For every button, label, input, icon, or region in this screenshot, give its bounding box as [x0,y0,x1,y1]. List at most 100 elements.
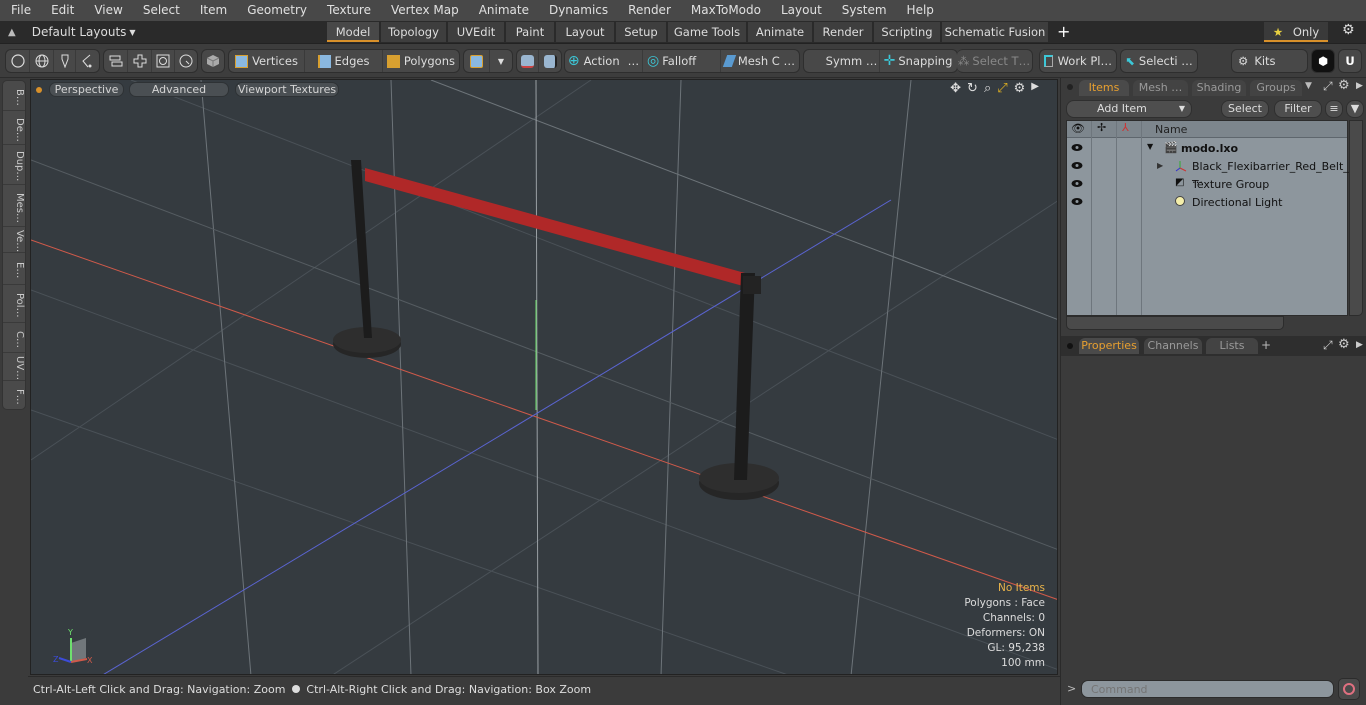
tab-render[interactable]: Render [814,22,872,42]
menu-item[interactable]: Item [190,0,237,21]
tab-layout[interactable]: Layout [556,22,614,42]
menu-select[interactable]: Select [133,0,190,21]
kits-button[interactable]: ⚙ Kits [1231,49,1308,73]
viewport-gear-icon[interactable]: ⚙ [1014,81,1026,96]
left-tab-vertex[interactable]: Ve… [3,227,25,253]
menu-geometry[interactable]: Geometry [237,0,317,21]
globe-icon[interactable] [30,50,54,72]
tab-uvedit[interactable]: UVEdit [448,22,504,42]
left-tab-deform[interactable]: De… [3,111,25,145]
lock-column-icon[interactable]: ✢ [1097,121,1106,134]
3d-viewport[interactable]: Y X Z Perspective Advanced Viewport Text… [30,79,1058,675]
tab-channels[interactable]: Channels [1144,338,1202,354]
tree-row-texture-group[interactable]: ◩ Texture Group [1067,176,1347,194]
menu-file[interactable]: File [0,0,41,21]
menu-system[interactable]: System [832,0,897,21]
texture-icon[interactable] [152,50,175,72]
menu-dynamics[interactable]: Dynamics [539,0,618,21]
selection-sets-button[interactable]: ⬉ Selecti … [1120,49,1198,73]
symmetry-button[interactable]: Symm … [804,50,880,72]
add-item-dropdown[interactable]: Add Item ▼ [1066,100,1192,118]
tab-topology[interactable]: Topology [381,22,446,42]
world-axis-icon[interactable] [517,50,539,72]
panel-menu-arrow-icon[interactable]: ▶ [1356,81,1363,91]
menu-help[interactable]: Help [897,0,944,21]
tab-scripting[interactable]: Scripting [874,22,940,42]
menu-maxtomodo[interactable]: MaxToModo [681,0,771,21]
properties-gear-icon[interactable]: ⚙ [1338,337,1350,352]
local-axis-icon[interactable] [539,50,561,72]
left-tab-curve[interactable]: C… [3,323,25,353]
tab-animate[interactable]: Animate [748,22,812,42]
left-tab-uv[interactable]: UV… [3,353,25,381]
lasso-icon[interactable] [76,50,98,72]
left-tab-duplicate[interactable]: Dup… [3,145,25,185]
funnel-filter-icon[interactable]: ▼ [1346,100,1364,118]
action-button[interactable]: ⊕ Action… [565,50,643,72]
left-tab-basic[interactable]: B… [3,81,25,111]
tab-items[interactable]: Items [1079,80,1129,96]
expand-arrow-icon[interactable]: ▼ [1147,142,1153,151]
tree-row-directional-light[interactable]: Directional Light [1067,194,1347,212]
snapping-button[interactable]: ✛ Snapping [880,50,956,72]
tree-vertical-scrollbar[interactable] [1349,120,1363,316]
select-button[interactable]: Select [1221,100,1269,118]
vertices-button[interactable]: Vertices [229,50,305,72]
tree-row-scene[interactable]: ▼ 🎬 modo.lxo [1067,140,1347,158]
advanced-shading-button[interactable]: Advanced [129,82,229,97]
tab-mesh[interactable]: Mesh … [1133,80,1188,96]
maximize-view-icon[interactable]: ⤢ [997,81,1007,96]
add-tab-button[interactable]: + [1261,338,1271,352]
properties-maximize-icon[interactable]: ⤢ [1323,338,1333,353]
viewport-textures-button[interactable]: Viewport Textures [235,82,339,97]
visibility-eye-icon[interactable] [1071,197,1083,206]
command-input[interactable] [1081,680,1334,698]
collapse-arrow-icon[interactable]: ▶ [1157,161,1163,170]
add-tab-plus-icon[interactable]: + [1057,21,1070,42]
work-plane-button[interactable]: Work Pl… [1039,49,1117,73]
item-mode-button[interactable] [201,49,225,73]
left-tab-polygon[interactable]: Pol… [3,285,25,323]
material-dropdown-icon[interactable]: ▼ [490,50,512,72]
left-tab-edge[interactable]: E… [3,253,25,285]
list-options-icon[interactable]: ≡ [1325,100,1343,118]
clock-icon[interactable] [175,50,197,72]
tabs-overflow-chevron-icon[interactable]: ▼ [1305,81,1312,91]
only-button[interactable]: ★ Only [1264,22,1328,42]
gear-icon[interactable]: ⚙ [1342,22,1355,38]
tab-properties[interactable]: Properties [1079,338,1139,354]
name-column-header[interactable]: Name [1155,123,1187,136]
visibility-column-eye-icon[interactable]: 👁 [1071,122,1085,135]
filter-button[interactable]: Filter [1274,100,1322,118]
panel-gear-icon[interactable]: ⚙ [1338,78,1350,93]
falloff-button[interactable]: ◎ Falloff [643,50,721,72]
tab-model[interactable]: Model [327,22,379,42]
move-view-icon[interactable]: ✥ [950,81,961,96]
perspective-button[interactable]: Perspective [49,82,124,97]
tree-horizontal-scrollbar[interactable] [1066,316,1284,330]
menu-view[interactable]: View [84,0,132,21]
left-tab-fusion[interactable]: F… [3,381,25,409]
tab-lists[interactable]: Lists [1206,338,1258,354]
rotate-view-icon[interactable]: ↻ [967,81,978,96]
uv-cross-icon[interactable] [128,50,152,72]
record-macro-button[interactable] [1338,678,1360,700]
layouts-dropdown[interactable]: ▲ Default Layouts ▼ [8,21,136,43]
tab-paint[interactable]: Paint [506,22,554,42]
pen-icon[interactable] [54,50,76,72]
visibility-eye-icon[interactable] [1071,161,1083,170]
menu-texture[interactable]: Texture [317,0,381,21]
zoom-view-icon[interactable]: ⌕ [984,81,991,96]
properties-menu-arrow-icon[interactable]: ▶ [1356,340,1363,350]
menu-layout[interactable]: Layout [771,0,832,21]
viewport-menu-arrow-icon[interactable]: ▶ [1031,81,1039,96]
material-cube-icon[interactable] [464,50,490,72]
tab-schematic-fusion[interactable]: Schematic Fusion [942,22,1048,42]
menu-edit[interactable]: Edit [41,0,84,21]
tab-shading[interactable]: Shading [1192,80,1246,96]
mesh-constraint-button[interactable]: Mesh C … [721,50,799,72]
left-tab-mesh-edit[interactable]: Mes… [3,185,25,227]
type-column-axis-icon[interactable]: ⅄ [1122,121,1129,134]
unreal-button[interactable]: U [1338,49,1362,73]
tab-setup[interactable]: Setup [616,22,666,42]
